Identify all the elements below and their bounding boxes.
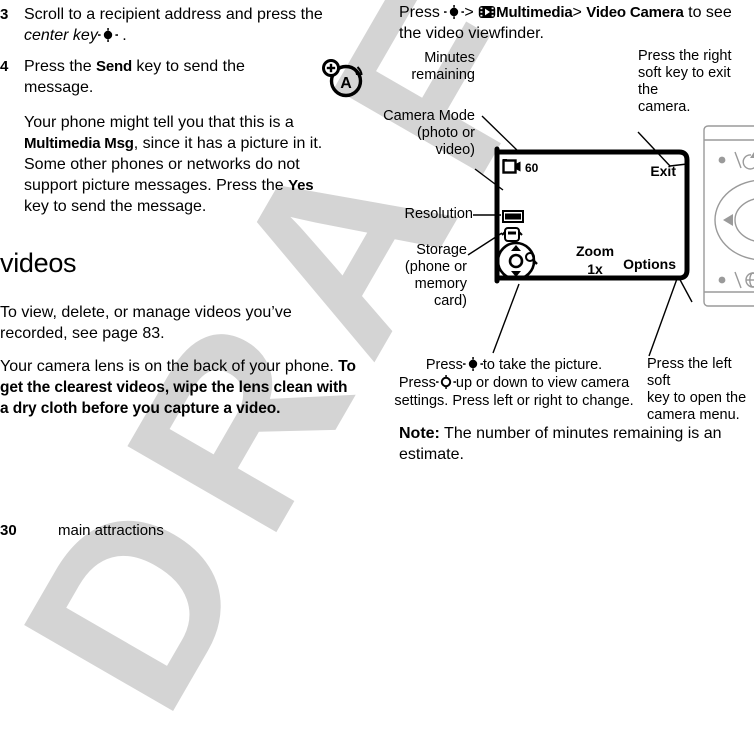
menu-item-multimedia: Multimedia: [496, 4, 573, 21]
send-key-label: Send: [96, 58, 132, 75]
callout-exit-line-3: camera.: [638, 99, 691, 115]
center-key-icon: [462, 357, 483, 371]
callout-minutes-remaining: Minutes remaining: [385, 50, 475, 84]
viewfinder-intro: Press > Multimedia> Video Camera to see …: [399, 2, 754, 44]
callout-center-line-1: Press to take the picture.: [425, 357, 603, 373]
page-footer: 30 main attractions: [0, 522, 372, 539]
phone-keypad-illustration: [703, 125, 754, 307]
callout-menu-line-3: camera menu.: [647, 407, 740, 423]
callout-storage-line-3: memory card): [414, 276, 467, 309]
video-camera-icon: [502, 159, 521, 174]
callout-minutes-line-1: Minutes: [424, 50, 475, 66]
callout-storage-line-2: (phone or: [404, 259, 467, 275]
minutes-remaining-value: 60: [525, 161, 539, 175]
step-4-text-before: Press the: [24, 58, 97, 75]
step-4-text: Press the Send key to send the message.: [24, 56, 294, 98]
svg-text:A: A: [340, 75, 352, 92]
center-key-icon: [97, 28, 118, 42]
mms-p-e: key to send the message.: [24, 198, 207, 215]
callout-center-line-2: Press up or down to view camera: [398, 375, 630, 391]
callout-menu-softkey: Press the left soft key to open the came…: [647, 356, 754, 424]
resolution-icon: [502, 210, 524, 223]
intro-sep-2: >: [572, 4, 582, 21]
right-column: Press > Multimedia> Video Camera to see …: [383, 0, 754, 512]
left-softkey-options: Options: [623, 256, 676, 272]
camera-lens-normal: Your camera lens is on the back of your …: [0, 358, 339, 375]
note-text: The number of minutes remaining is an es…: [399, 425, 722, 463]
callout-exit-line-1: Press the right: [638, 48, 732, 64]
nav-zoom-icon: [496, 241, 538, 281]
callout-camera-mode: Camera Mode (photo or video): [383, 108, 475, 159]
callout-menu-line-2: key to open the: [647, 390, 747, 406]
center-key-icon: [444, 5, 465, 19]
note-label: Note:: [399, 425, 440, 442]
callout-camera-mode-line-1: Camera Mode: [383, 108, 475, 124]
mms-audio-icon: A: [318, 56, 368, 102]
storage-phone-icon: [501, 227, 523, 242]
callout-minutes-line-2: remaining: [411, 67, 475, 83]
intro-press: Press: [399, 4, 440, 21]
left-column: 3 Scroll to a recipient address and pres…: [0, 0, 372, 539]
callout-storage: Storage (phone or memory card): [379, 242, 467, 310]
callout-exit-softkey: Press the right soft key to exit the cam…: [638, 48, 754, 116]
multimedia-icon: [478, 5, 496, 19]
step-3: 3 Scroll to a recipient address and pres…: [0, 4, 334, 46]
nav-key-icon: [435, 375, 456, 389]
page-title: videos: [0, 248, 77, 278]
step-3-number: 3: [0, 6, 9, 23]
callout-menu-line-1: Press the left soft: [647, 356, 732, 389]
zoom-value: 1x: [587, 261, 603, 277]
callout-exit-line-2: soft key to exit the: [638, 65, 731, 98]
step-3-italic: center key: [24, 27, 98, 44]
mms-p-a: Your phone might tell you that this is a: [24, 114, 294, 131]
videos-intro-paragraph: To view, delete, or manage videos you’ve…: [0, 304, 292, 342]
note-block: Note: The number of minutes remaining is…: [399, 423, 754, 465]
mms-explanation-paragraph: Your phone might tell you that this is a…: [24, 112, 336, 217]
multimedia-msg-label: Multimedia Msg: [24, 135, 134, 152]
callout-center-line-3: settings. Press left or right to change.: [394, 393, 634, 409]
callout-resolution: Resolution: [385, 206, 473, 223]
intro-sep-1: >: [464, 4, 474, 21]
footer-chapter: main attractions: [58, 522, 164, 539]
callout-resolution-line-1: Resolution: [404, 206, 473, 222]
zoom-label: Zoom: [576, 243, 614, 259]
step-4: 4 Press the Send key to send the message…: [0, 56, 294, 98]
camera-lens-paragraph: Your camera lens is on the back of your …: [0, 356, 360, 419]
callout-camera-mode-line-3: video): [435, 142, 476, 158]
step-4-number: 4: [0, 58, 9, 75]
step-3-text-after: .: [117, 27, 127, 44]
step-3-text-before: Scroll to a recipient address and press …: [24, 6, 323, 23]
page: 3 Scroll to a recipient address and pres…: [0, 0, 754, 547]
callout-center-key-note: Press to take the picture. Press up or dow…: [389, 356, 639, 410]
menu-item-video-camera: Video Camera: [586, 4, 684, 21]
footer-page-number: 30: [0, 522, 17, 539]
yes-key-label: Yes: [288, 177, 314, 194]
video-viewfinder-diagram: 60 Zoom 1x Exit Options Minutes remainin…: [383, 48, 754, 423]
callout-camera-mode-line-2: (photo or: [416, 125, 475, 141]
step-3-text: Scroll to a recipient address and press …: [24, 4, 334, 46]
callout-storage-line-1: Storage: [416, 242, 467, 258]
